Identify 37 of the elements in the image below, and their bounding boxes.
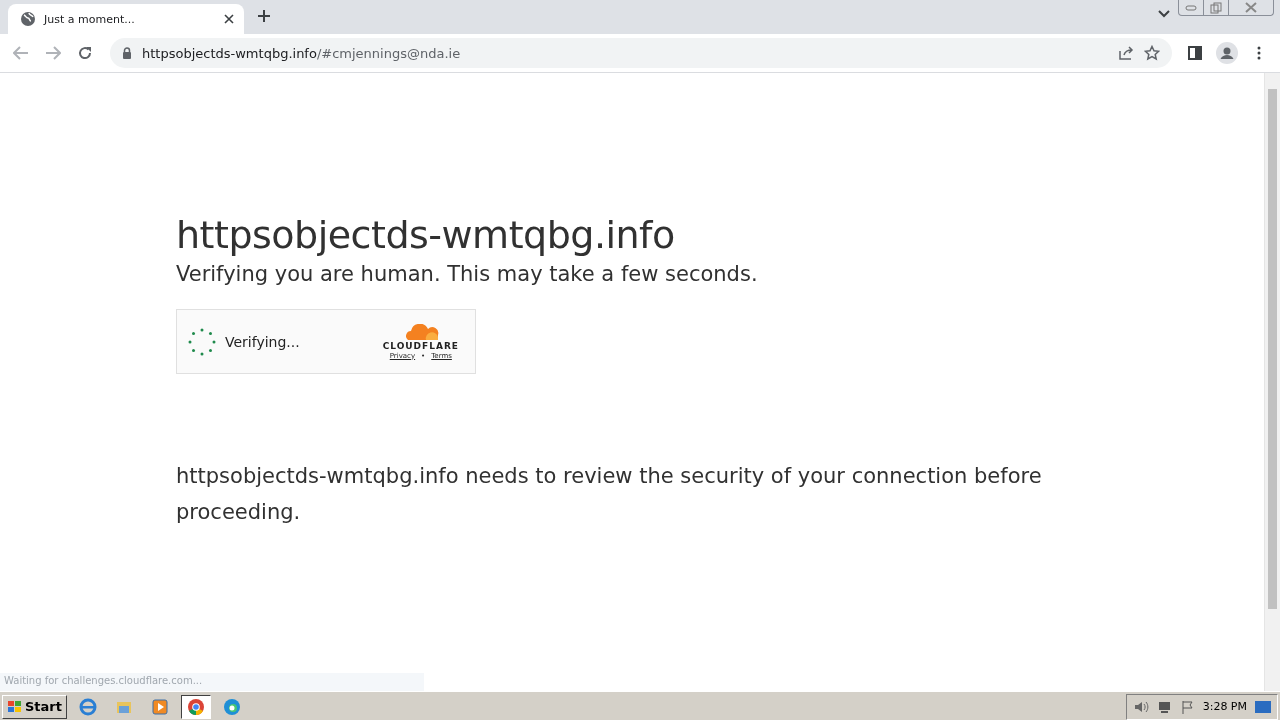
windows-flag-icon xyxy=(7,699,23,714)
star-icon[interactable] xyxy=(1144,45,1160,61)
side-panel-icon[interactable] xyxy=(1188,46,1202,60)
browser-tab[interactable]: Just a moment... xyxy=(8,4,244,34)
taskbar-app[interactable] xyxy=(181,694,211,719)
chevron-down-icon[interactable] xyxy=(1158,10,1170,18)
profile-avatar-icon[interactable] xyxy=(1216,42,1238,64)
globe-icon xyxy=(20,11,36,27)
brand-wordmark: CLOUDFLARE xyxy=(382,340,459,351)
menu-icon[interactable] xyxy=(1257,46,1261,60)
reload-icon[interactable] xyxy=(77,45,93,61)
show-desktop-icon[interactable] xyxy=(1255,700,1271,713)
back-arrow-icon[interactable] xyxy=(13,46,29,60)
url-text: httpsobjectds-wmtqbg.info/#cmjennings@nda.ie xyxy=(142,45,462,61)
forward-arrow-icon[interactable] xyxy=(45,46,61,60)
status-bubble: Waiting for challenges.cloudflare.com... xyxy=(0,673,424,691)
chrome-icon xyxy=(187,697,205,716)
browser-e-icon xyxy=(79,697,97,716)
spinner-icon xyxy=(187,326,217,357)
address-bar[interactable]: httpsobjectds-wmtqbg.info/#cmjennings@nda.ie xyxy=(110,38,1172,68)
plus-icon[interactable] xyxy=(257,9,271,23)
clock: 3:28 PM xyxy=(1202,700,1247,713)
restore-icon[interactable] xyxy=(1210,1,1222,14)
subtitle: Verifying you are human. This may take a few seconds. xyxy=(176,261,759,288)
scrollbar[interactable] xyxy=(1264,73,1280,691)
speaker-icon[interactable] xyxy=(1132,699,1149,714)
flag-icon[interactable] xyxy=(1180,699,1195,714)
start-button[interactable]: Start xyxy=(2,694,67,719)
media-player-icon xyxy=(151,697,169,716)
verifying-status: Verifying... xyxy=(225,333,301,350)
security-message: httpsobjectds-wmtqbg.info needs to review the security of your connection before proceeding. xyxy=(176,463,1043,526)
lock-icon xyxy=(122,47,132,59)
close-icon[interactable] xyxy=(224,14,234,24)
share-icon[interactable] xyxy=(1118,45,1134,61)
minimize-icon[interactable] xyxy=(1185,4,1197,11)
edge-icon xyxy=(223,697,241,716)
page-heading: httpsobjectds-wmtqbg.info xyxy=(176,212,676,259)
